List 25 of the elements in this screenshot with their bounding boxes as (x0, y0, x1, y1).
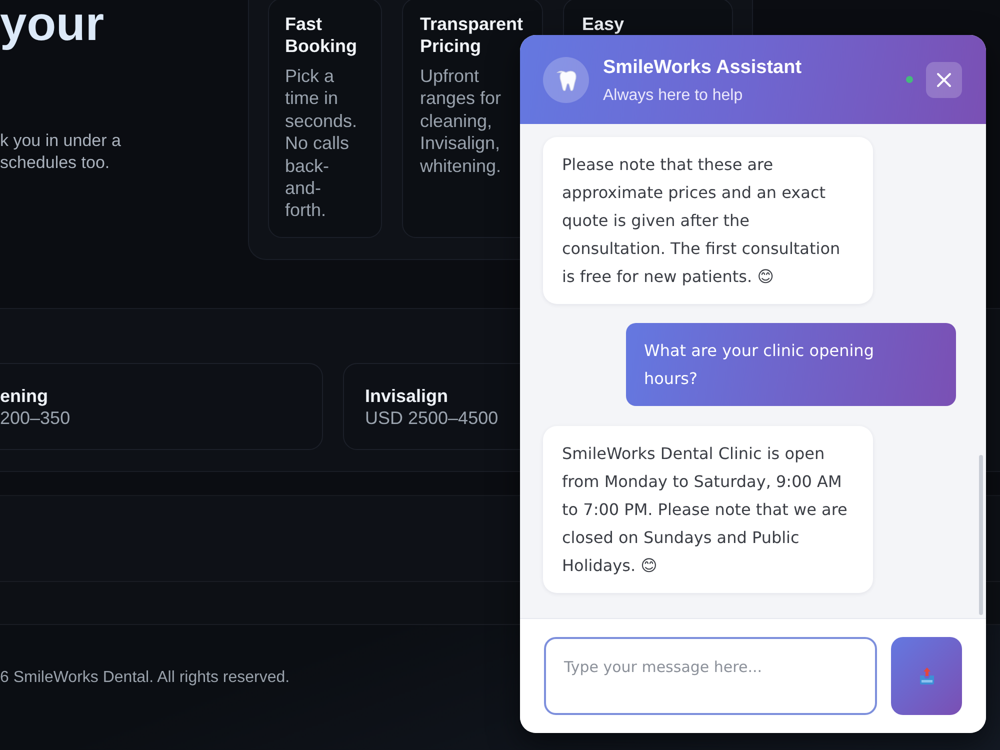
close-icon (936, 72, 952, 88)
tooth-icon (543, 56, 589, 102)
scrollbar-thumb[interactable] (979, 455, 983, 615)
tray-icon (918, 667, 934, 685)
bot-message: Please note that these are approximate prices and an exact quote is given after the consultation. The first consultation is free for new patients. 😊 (543, 137, 873, 304)
bot-message: SmileWorks Dental Clinic is open from Monday to Saturday, 9:00 AM to 7:00 PM. Please note that we are closed on Sundays and Public Holidays. 😊 (543, 426, 873, 593)
feature-title: Easy (582, 13, 626, 35)
hero-heading: your (0, 0, 104, 53)
message-input[interactable]: Type your message here... (544, 637, 877, 715)
copyright-text: 6 SmileWorks Dental. All rights reserved. (0, 668, 290, 688)
send-button[interactable] (891, 637, 962, 715)
hero-text: schedules too. (0, 152, 110, 174)
chat-title: SmileWorks Assistant (603, 56, 802, 80)
treatment-name: Invisalign (365, 385, 450, 407)
chat-subtitle: Always here to help (603, 86, 743, 106)
feature-title: Transparent Pricing (420, 13, 524, 57)
feature-description: Pick a time in seconds. No calls back-and-forth. (285, 65, 358, 222)
hero-text: k you in under a (0, 130, 121, 152)
user-message: What are your clinic opening hours? (626, 323, 956, 406)
price-range: USD 2500–4500 (365, 407, 500, 429)
feature-title: Fast Booking (285, 13, 358, 57)
close-button[interactable] (926, 62, 962, 98)
treatment-name: ening (0, 385, 49, 407)
price-range: 200–350 (0, 407, 72, 429)
feature-description: Upfront ranges for cleaning, Invisalign, whitening. (420, 65, 502, 178)
